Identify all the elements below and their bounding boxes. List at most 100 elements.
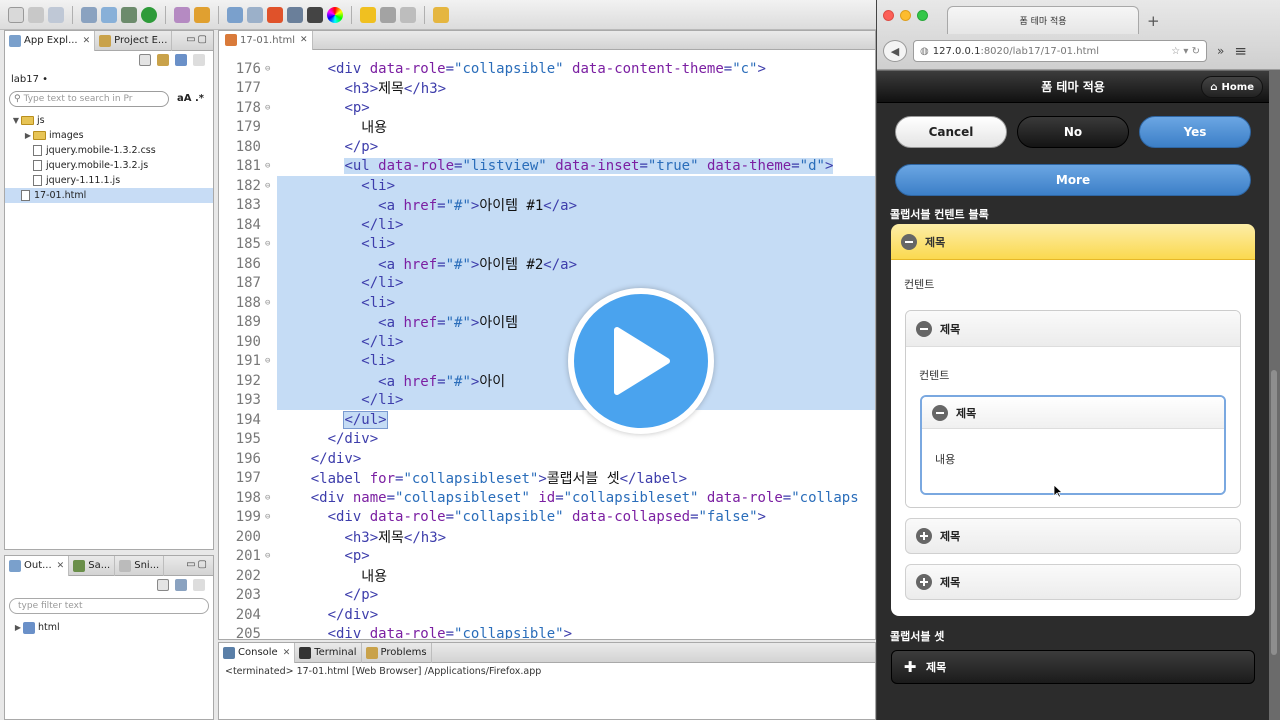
collapse-icon[interactable]: ▼ [11, 116, 21, 125]
case-regex-toggles[interactable]: aA .* [177, 93, 204, 104]
layout-icon[interactable] [227, 6, 243, 23]
tree-row[interactable]: jquery.mobile-1.3.2.js [5, 158, 213, 173]
minimize-maximize-icons[interactable]: ▭▢ [186, 34, 209, 45]
no-button[interactable]: No [1017, 116, 1129, 148]
print-icon[interactable] [48, 6, 64, 23]
back-button[interactable]: ◀ [883, 40, 907, 62]
outer-collapsible-header[interactable]: 제목 [891, 224, 1255, 260]
collapsible-sibling-1[interactable]: 제목 [905, 518, 1241, 554]
outline-filter-input[interactable]: type filter text [9, 598, 209, 614]
code-line[interactable]: 202 내용 [219, 566, 875, 586]
code-line[interactable]: 199 ⊖ <div data-role="collapsible" data-c… [219, 508, 875, 528]
home-button[interactable]: ⌂ Home [1201, 76, 1263, 98]
html5-icon[interactable] [267, 6, 283, 23]
tab-outline[interactable]: Out... ✕ [5, 555, 70, 576]
monitor-icon[interactable] [307, 6, 323, 23]
view-menu-icon[interactable] [193, 54, 205, 66]
menu-icon[interactable] [157, 54, 169, 66]
expand-icon[interactable]: ▶ [23, 131, 33, 140]
code-line[interactable]: 177 <h3>제목</h3> [219, 79, 875, 99]
debug-icon[interactable] [121, 6, 137, 23]
tree-row[interactable]: jquery-1.11.1.js [5, 173, 213, 188]
fold-icon[interactable]: ⊖ [265, 512, 275, 522]
code-line[interactable]: 181 ⊖ <ul data-role = "listview" data-inset… [219, 157, 875, 177]
code-line[interactable]: 203 </p> [219, 586, 875, 606]
new-icon[interactable] [8, 6, 24, 23]
reload-icon[interactable]: ☆ ▾ ↻ [1171, 46, 1200, 57]
code-area[interactable]: 176 ⊖ <div data-role="collapsible" data-c… [219, 59, 875, 639]
code-line[interactable]: 187 </li> [219, 273, 875, 293]
code-line[interactable]: 190 </li> [219, 332, 875, 352]
tab-17-01-html[interactable]: 17-01.html ✕ [219, 31, 313, 50]
code-line[interactable]: 195 </div> [219, 430, 875, 450]
minimize-window-icon[interactable] [900, 10, 911, 21]
fold-icon[interactable]: ⊖ [265, 64, 275, 74]
yes-button[interactable]: Yes [1139, 116, 1251, 148]
color-wheel-icon[interactable] [327, 6, 343, 23]
run-icon[interactable] [141, 6, 157, 23]
code-line[interactable]: 205 <div data-role="collapsible"> [219, 625, 875, 639]
code-line[interactable]: 176 ⊖ <div data-role="collapsible" data-c… [219, 59, 875, 79]
tree-row[interactable]: ▼ js [5, 113, 213, 128]
code-line[interactable]: 183 <a href="#">아이템 #1</a> [219, 195, 875, 215]
fold-icon[interactable]: ⊖ [265, 161, 275, 171]
more-button[interactable]: More [895, 164, 1251, 196]
collapse-all-icon[interactable] [139, 54, 151, 66]
new-tab-button[interactable]: + [1147, 12, 1160, 30]
close-icon[interactable]: ✕ [300, 35, 308, 45]
code-line[interactable]: 180 </p> [219, 137, 875, 157]
bolt-icon[interactable] [360, 6, 376, 23]
project-name[interactable]: lab17 • [5, 69, 213, 89]
code-line[interactable]: 185 ⊖ <li> [219, 234, 875, 254]
close-icon[interactable]: ✕ [57, 561, 65, 571]
fold-icon[interactable]: ⊖ [265, 103, 275, 113]
play-video-button[interactable] [568, 288, 714, 434]
collapsible-sibling-2[interactable]: 제목 [905, 564, 1241, 600]
code-line[interactable]: 188 ⊖ <li> [219, 293, 875, 313]
wand-icon[interactable] [194, 6, 210, 23]
view-menu-icon[interactable] [193, 579, 205, 591]
tab-project-explorer[interactable]: Project E... [95, 30, 173, 51]
explorer-filter-input[interactable]: ⚲ Type text to search in Pr [9, 91, 169, 107]
grid-icon[interactable] [247, 6, 263, 23]
tab-console[interactable]: Console ✕ [219, 642, 296, 663]
fold-icon[interactable]: ⊖ [265, 551, 275, 561]
arrow-back-icon[interactable] [433, 6, 449, 23]
code-line[interactable]: 191 ⊖ <li> [219, 351, 875, 371]
package-icon[interactable] [174, 6, 190, 23]
sort-icon[interactable] [175, 579, 187, 591]
collapsible-header[interactable]: 제목 [906, 519, 1240, 553]
page-scrollbar[interactable] [1271, 370, 1277, 655]
code-line[interactable]: 201 ⊖ <p> [219, 547, 875, 567]
fold-icon[interactable]: ⊖ [265, 181, 275, 191]
code-line[interactable]: 194 </ul> [219, 410, 875, 430]
code-line[interactable]: 196 </div> [219, 449, 875, 469]
code-line[interactable]: 197 <label for="collapsibleset">콜랩서블 셋</… [219, 469, 875, 489]
minimize-maximize-icons[interactable]: ▭▢ [186, 559, 209, 570]
save-icon[interactable] [28, 6, 44, 23]
expand-icon[interactable]: ▶ [13, 623, 23, 632]
fold-icon[interactable]: ⊖ [265, 298, 275, 308]
fold-icon[interactable]: ⊖ [265, 356, 275, 366]
tree-row[interactable]: ▶ images [5, 128, 213, 143]
close-window-icon[interactable] [883, 10, 894, 21]
collapse-all-icon[interactable] [157, 579, 169, 591]
paragraph-icon[interactable] [400, 6, 416, 23]
sync-icon[interactable] [175, 54, 187, 66]
hamburger-menu-icon[interactable]: ≡ [1234, 42, 1247, 60]
inner-collapsible-header[interactable]: 제목 [906, 311, 1240, 347]
terminal-icon[interactable] [81, 6, 97, 23]
tab-samples[interactable]: Sa... [69, 555, 116, 576]
close-icon[interactable]: ✕ [83, 36, 91, 46]
cancel-button[interactable]: Cancel [895, 116, 1007, 148]
code-line[interactable]: 186 <a href="#">아이템 #2</a> [219, 254, 875, 274]
image-icon[interactable] [287, 6, 303, 23]
code-line[interactable]: 179 내용 [219, 118, 875, 138]
code-line[interactable]: 200 <h3>제목</h3> [219, 527, 875, 547]
code-line[interactable]: 204 </div> [219, 605, 875, 625]
address-bar[interactable]: ◍ 127.0.0.1:8020/lab17/17-01.html ☆ ▾ ↻ [913, 40, 1207, 62]
tab-snippets[interactable]: Sni... [115, 555, 165, 576]
tab-app-explorer[interactable]: App Expl... ✕ [5, 30, 96, 51]
frame-icon[interactable] [380, 6, 396, 23]
tab-problems[interactable]: Problems [362, 642, 432, 663]
